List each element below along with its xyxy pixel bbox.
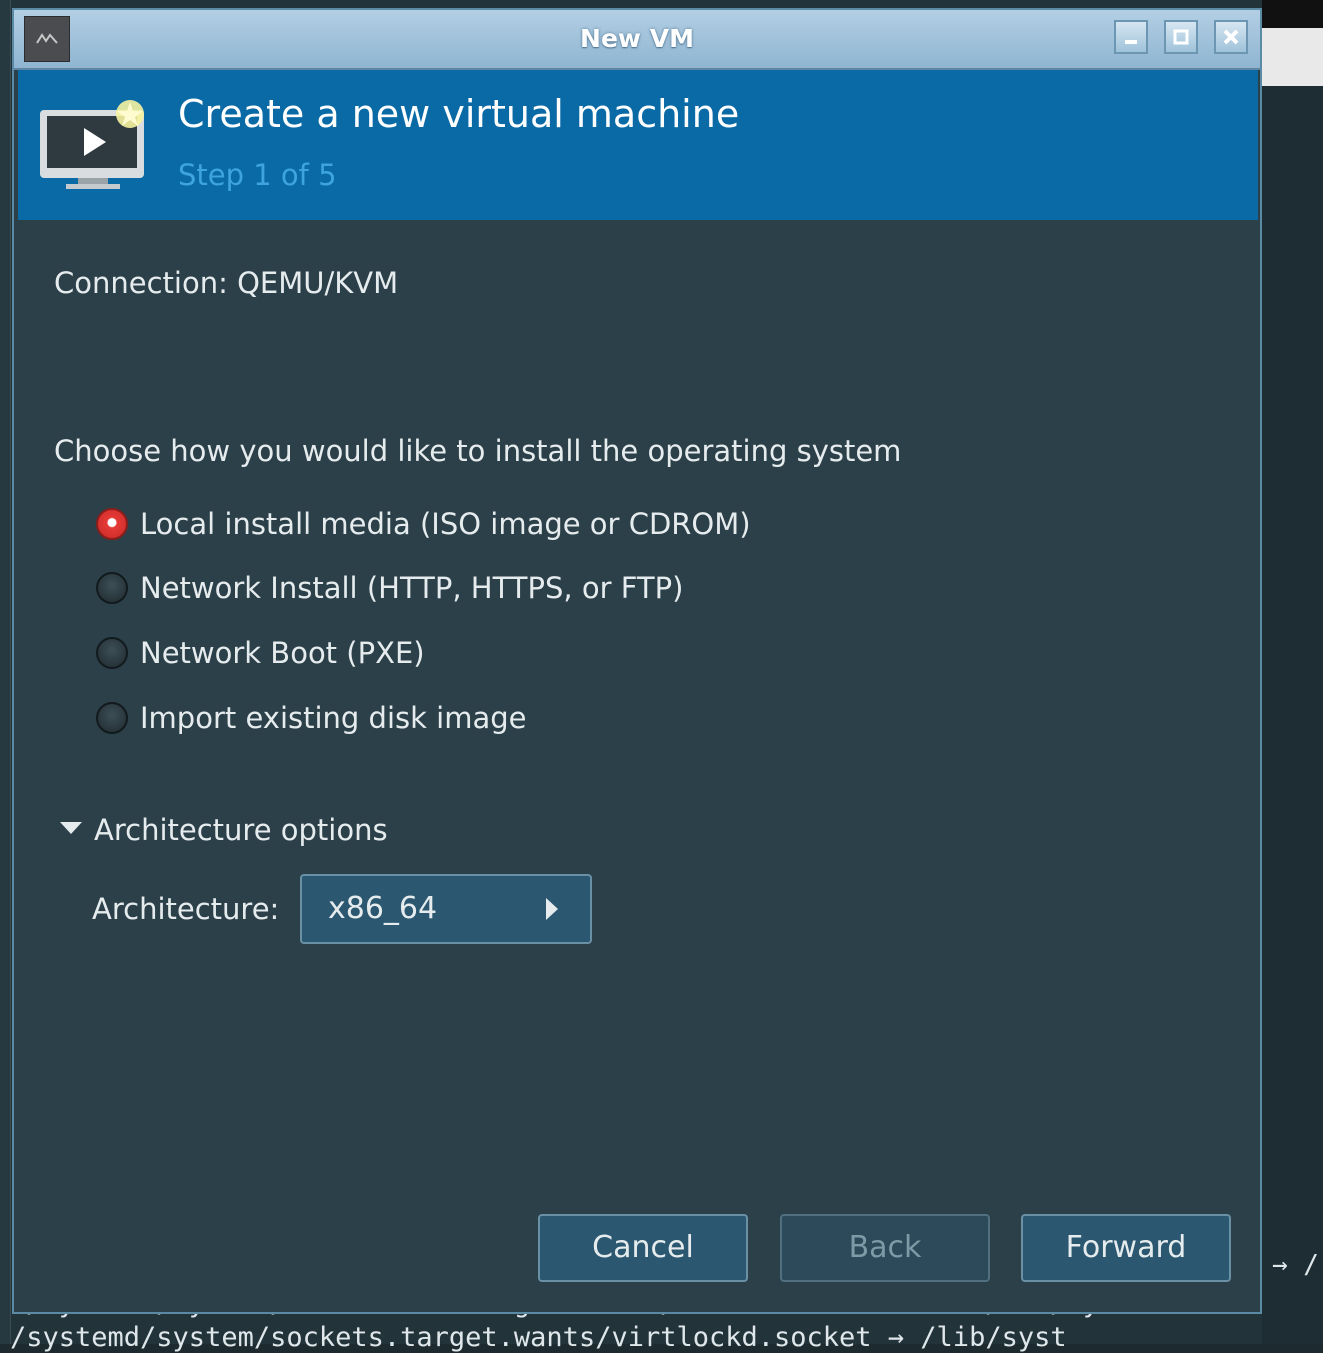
expander-label: Architecture options — [94, 813, 388, 847]
radio-label: Local install media (ISO image or CDROM) — [140, 507, 751, 541]
cancel-button[interactable]: Cancel — [538, 1214, 748, 1282]
connection-label: Connection: QEMU/KVM — [54, 266, 399, 300]
radio-button-checked[interactable] — [96, 508, 128, 540]
architecture-select[interactable]: x86_64 — [300, 874, 592, 944]
new-vm-monitor-icon — [40, 100, 144, 189]
terminal-right-area — [1262, 0, 1323, 1344]
new-vm-dialog: New VM Create a new virtual machine Step… — [12, 8, 1262, 1314]
install-method-prompt: Choose how you would like to install the… — [54, 434, 902, 468]
wizard-step: Step 1 of 5 — [178, 158, 337, 192]
terminal-left-edge — [0, 0, 11, 1344]
minimize-icon — [1125, 40, 1137, 44]
close-icon — [1223, 29, 1239, 45]
radio-label: Import existing disk image — [140, 701, 527, 735]
terminal-line: /systemd/system/sockets.target.wants/vir… — [10, 1322, 1067, 1353]
close-button[interactable] — [1214, 20, 1248, 54]
radio-button[interactable] — [96, 572, 128, 604]
window-titlebar[interactable]: New VM — [14, 10, 1260, 70]
radio-label: Network Install (HTTP, HTTPS, or FTP) — [140, 571, 684, 605]
radio-label: Network Boot (PXE) — [140, 636, 425, 670]
maximize-icon — [1173, 29, 1189, 45]
maximize-button[interactable] — [1164, 20, 1198, 54]
wizard-title: Create a new virtual machine — [178, 92, 740, 136]
expander-arrow-down-icon — [60, 822, 82, 834]
back-button[interactable]: Back — [780, 1214, 990, 1282]
architecture-value: x86_64 — [328, 891, 438, 926]
terminal-arrow-text: → / — [1272, 1250, 1319, 1280]
forward-button[interactable]: Forward — [1021, 1214, 1231, 1282]
chevron-right-icon — [546, 898, 558, 920]
window-title: New VM — [580, 24, 694, 53]
terminal-top-strip — [1262, 0, 1323, 28]
radio-button[interactable] — [96, 702, 128, 734]
minimize-button[interactable] — [1114, 20, 1148, 54]
architecture-label: Architecture: — [92, 892, 280, 926]
wizard-header: Create a new virtual machine Step 1 of 5 — [18, 70, 1258, 220]
terminal-tab-bar — [1262, 28, 1323, 86]
radio-button[interactable] — [96, 637, 128, 669]
